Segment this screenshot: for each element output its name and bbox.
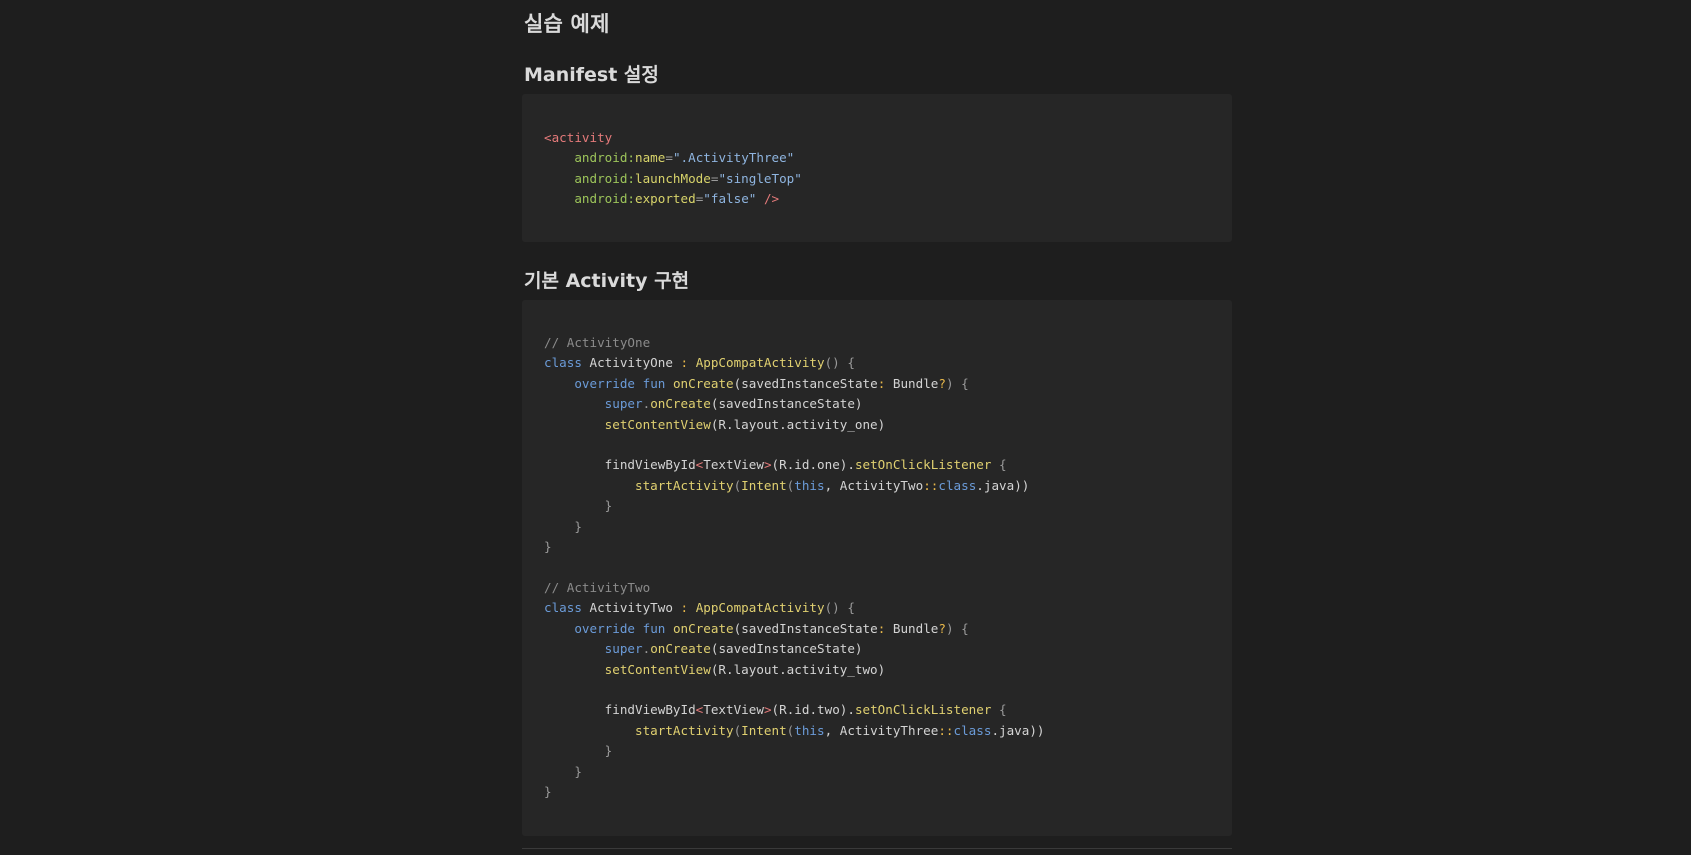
code-line: startActivity(Intent(this, ActivityTwo::… xyxy=(635,477,1030,493)
code-line: android:exported="false" /> xyxy=(574,191,780,207)
code-line: findViewById<TextView>(R.id.two).setOnCl… xyxy=(604,702,1007,718)
code-line: setContentView(R.layout.activity_two) xyxy=(604,661,886,677)
code-line: // ActivityTwo xyxy=(544,579,651,595)
code-line: class ActivityTwo : AppCompatActivity() … xyxy=(544,600,855,616)
code-line: <activity xyxy=(544,130,613,145)
code-line: super.onCreate(savedInstanceState) xyxy=(604,396,863,412)
code-line: override fun onCreate(savedInstanceState… xyxy=(574,620,969,636)
page: 실습 예제 Manifest 설정 <activity android:name… xyxy=(0,0,1691,855)
code-line: } xyxy=(544,539,552,555)
code-line: override fun onCreate(savedInstanceState… xyxy=(574,375,969,391)
code-manifest: <activity android:name=".ActivityThree" … xyxy=(544,128,1232,210)
code-line: android:name=".ActivityThree" xyxy=(574,150,795,166)
code-line: setContentView(R.layout.activity_one) xyxy=(604,416,886,432)
code-block-manifest[interactable]: <activity android:name=".ActivityThree" … xyxy=(522,94,1232,242)
code-line: startActivity(Intent(this, ActivityThree… xyxy=(635,722,1045,738)
code-line: class ActivityOne : AppCompatActivity() … xyxy=(544,355,855,371)
code-line: } xyxy=(544,763,582,779)
code-line: super.onCreate(savedInstanceState) xyxy=(604,641,863,657)
code-block-activity[interactable]: // ActivityOne class ActivityOne : AppCo… xyxy=(522,300,1232,836)
heading-activity: 기본 Activity 구현 xyxy=(524,270,690,292)
code-line: android:launchMode="singleTop" xyxy=(574,170,802,186)
code-line: findViewById<TextView>(R.id.one).setOnCl… xyxy=(604,457,1007,473)
code-line: // ActivityOne xyxy=(544,335,651,350)
code-line: } xyxy=(544,498,613,514)
section-heading-practice: 실습 예제 xyxy=(524,12,610,36)
code-line: } xyxy=(544,783,552,799)
heading-manifest: Manifest 설정 xyxy=(524,64,659,86)
code-activity: // ActivityOne class ActivityOne : AppCo… xyxy=(544,333,1232,802)
code-line: } xyxy=(544,743,613,759)
divider xyxy=(522,848,1232,849)
code-line: } xyxy=(544,518,582,534)
